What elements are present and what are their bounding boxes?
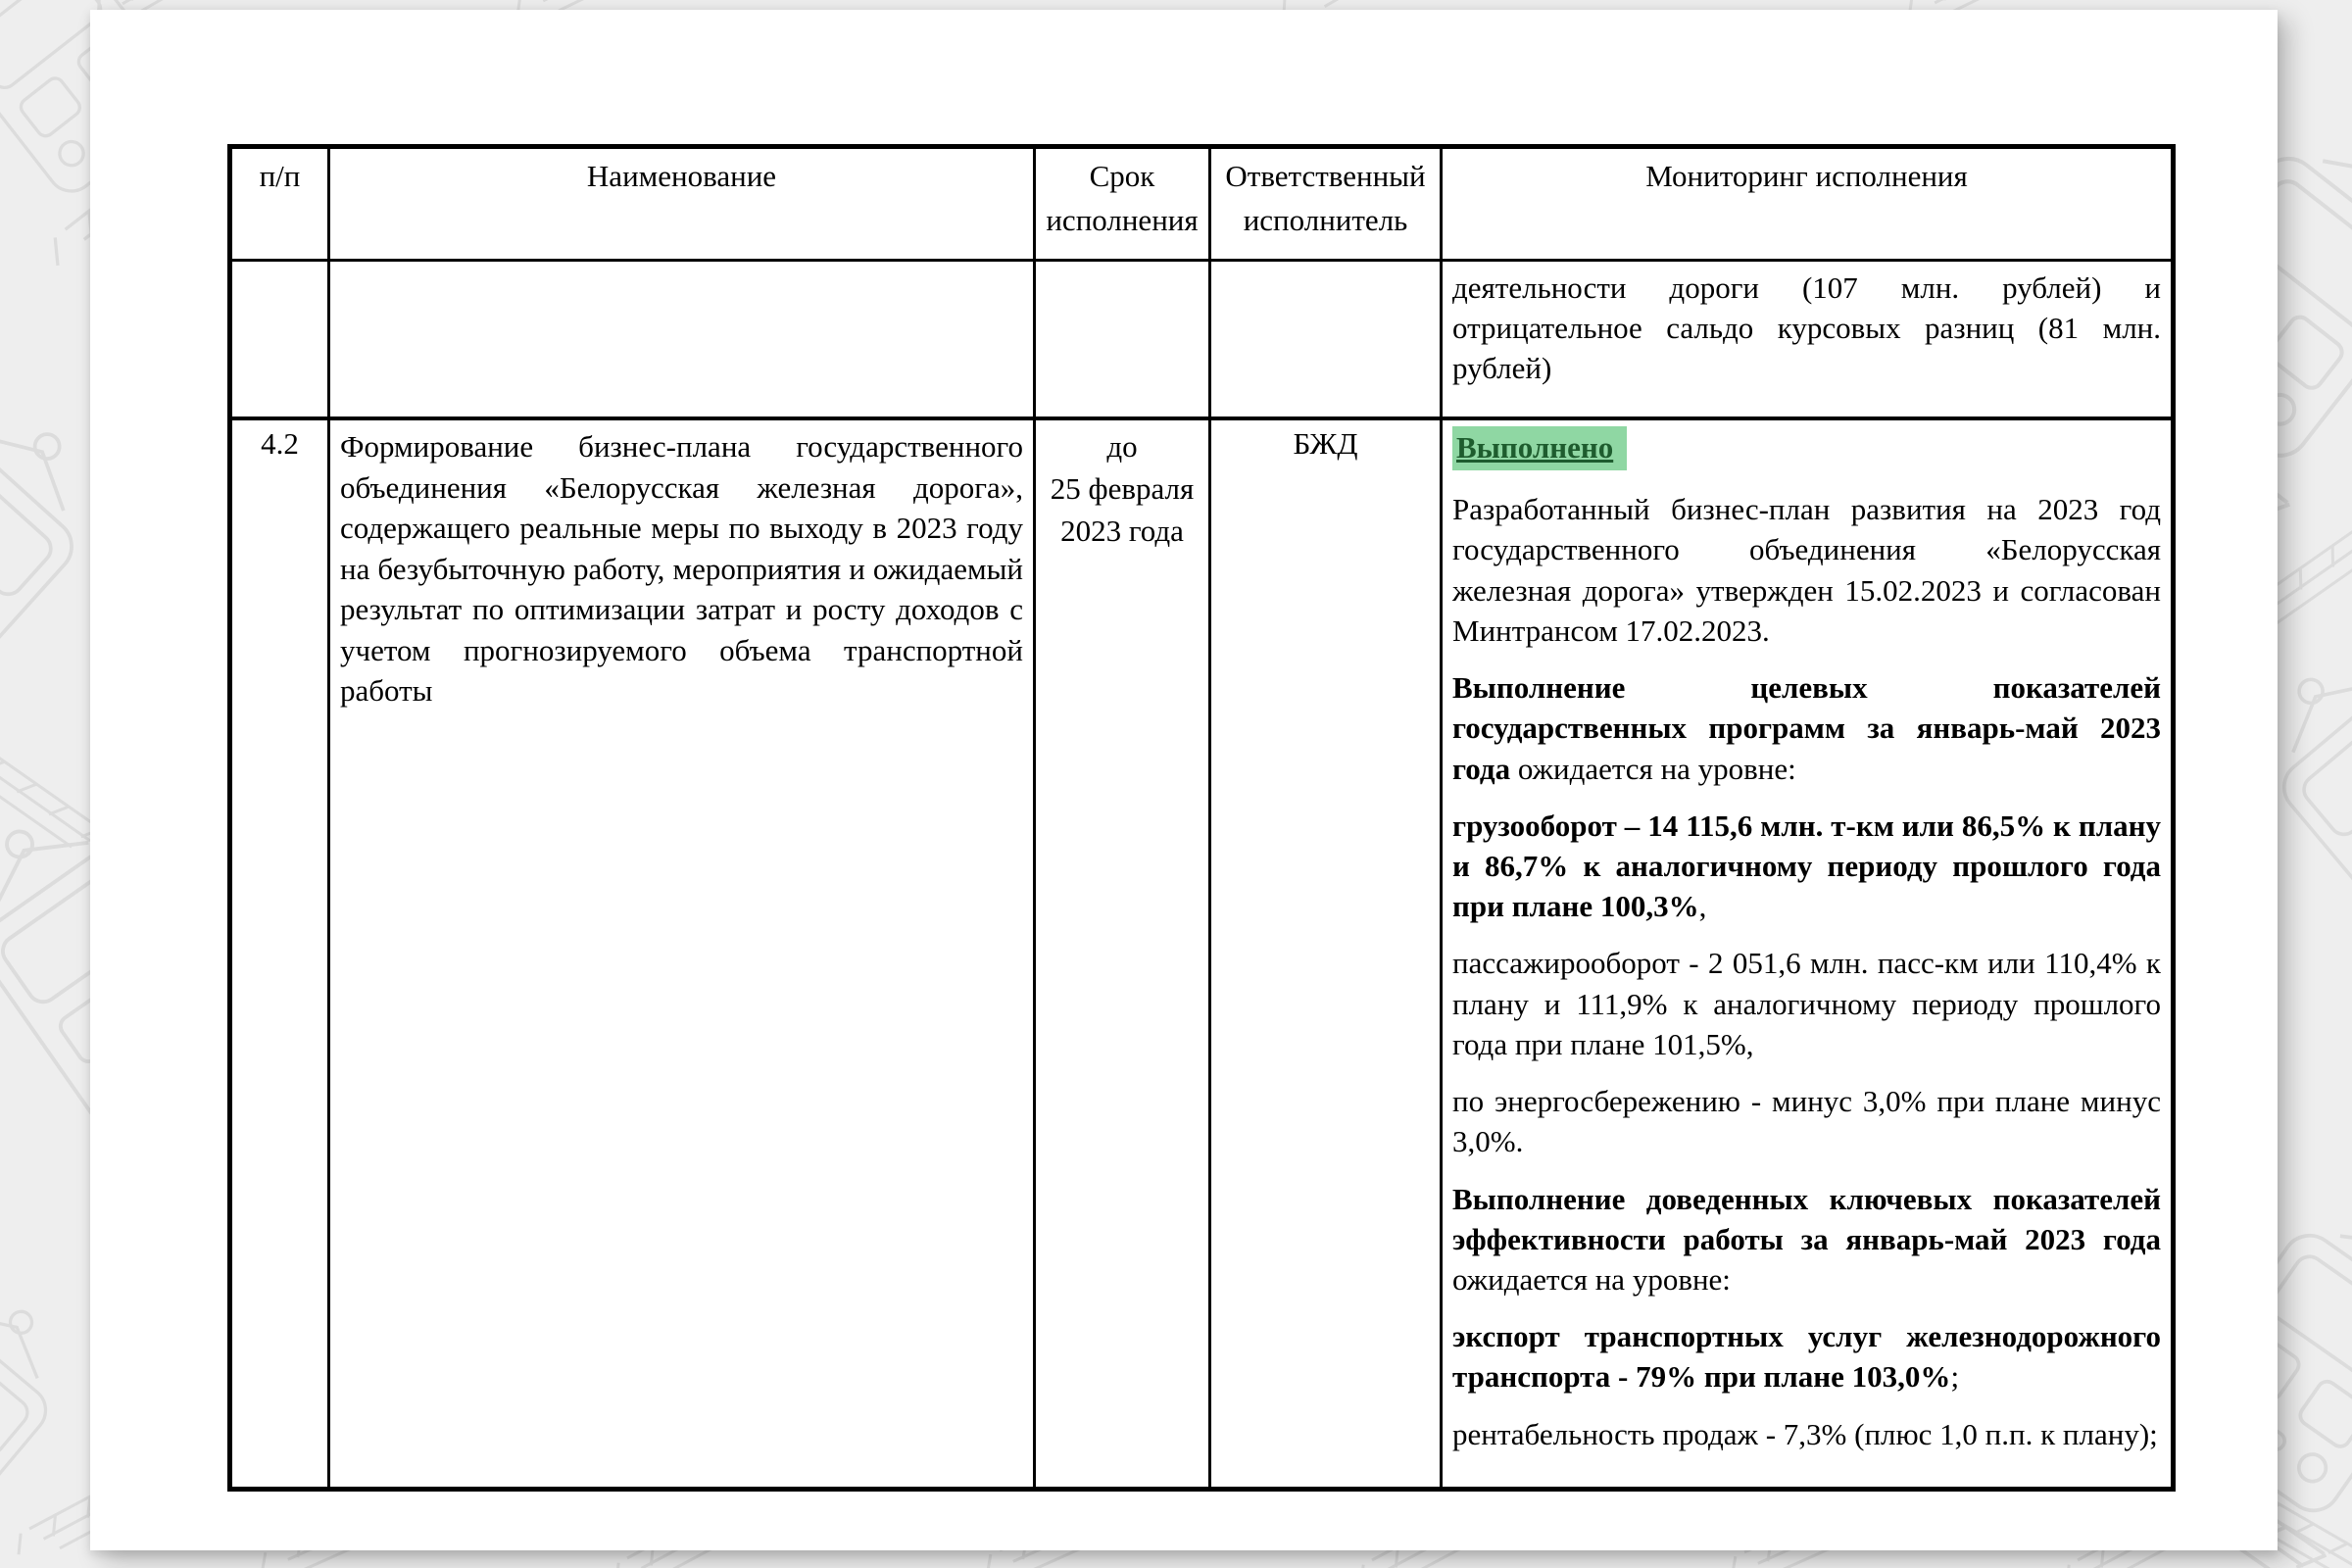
monitoring-paragraph-3: грузооборот – 14 115,6 млн. т-км или 86,… [1452, 806, 2161, 927]
table-header-row: п/п Наименование Срок исполнения Ответст… [230, 147, 2174, 261]
header-resp-line2: исполнитель [1221, 199, 1430, 243]
desktop-background: п/п Наименование Срок исполнения Ответст… [0, 0, 2352, 1568]
deadline-line1: до [1046, 426, 1199, 468]
monitoring-p7-bold: экспорт транспортных услуг железнодорожн… [1452, 1319, 2161, 1394]
cell-empty-name [329, 261, 1035, 419]
header-cell-monitoring: Мониторинг исполнения [1442, 147, 2174, 261]
monitoring-p7-rest: ; [1950, 1359, 1959, 1394]
cell-task-name: Формирование бизнес-плана государственно… [329, 418, 1035, 1490]
header-cell-term: Срок исполнения [1035, 147, 1210, 261]
cell-empty-term [1035, 261, 1210, 419]
cell-empty-responsible [1210, 261, 1442, 419]
header-num-label: п/п [260, 159, 301, 193]
deadline-line2: 25 февраля [1046, 468, 1199, 511]
cell-monitoring: Выполнено Разработанный бизнес-план разв… [1442, 418, 2174, 1490]
document-page: п/п Наименование Срок исполнения Ответст… [90, 10, 2278, 1550]
monitoring-paragraph-5: по энергосбережению - минус 3,0% при пла… [1452, 1081, 2161, 1161]
monitoring-p3-bold: грузооборот – 14 115,6 млн. т-км или 86,… [1452, 808, 2161, 923]
header-cell-responsible: Ответственный исполнитель [1210, 147, 1442, 261]
header-cell-name: Наименование [329, 147, 1035, 261]
monitoring-p6-rest: ожидается на уровне: [1452, 1262, 1731, 1297]
header-name-label: Наименование [587, 159, 776, 193]
monitoring-paragraph-8: рентабельность продаж - 7,3% (плюс 1,0 п… [1452, 1414, 2161, 1454]
responsible-text: БЖД [1294, 426, 1358, 461]
header-resp-line1: Ответственный [1221, 155, 1430, 199]
table-container: п/п Наименование Срок исполнения Ответст… [227, 144, 2176, 1492]
monitoring-p2-rest: ожидается на уровне: [1510, 752, 1796, 786]
header-cell-num: п/п [230, 147, 329, 261]
monitoring-status-paragraph: Выполнено [1452, 426, 2161, 470]
row-4-2: 4.2 Формирование бизнес-плана государств… [230, 418, 2174, 1490]
monitoring-paragraph-4: пассажирооборот - 2 051,6 млн. пасс-км и… [1452, 943, 2161, 1064]
monitoring-paragraph-1: Разработанный бизнес-план развития на 20… [1452, 489, 2161, 651]
carryover-row: деятельности дороги (107 млн. рублей) и … [230, 261, 2174, 419]
header-term-line1: Срок [1046, 155, 1199, 199]
cell-monitoring-carryover: деятельности дороги (107 млн. рублей) и … [1442, 261, 2174, 419]
monitoring-paragraph-6: Выполнение доведенных ключевых показател… [1452, 1179, 2161, 1300]
monitoring-paragraph-2: Выполнение целевых показателей государст… [1452, 667, 2161, 789]
cell-row-number: 4.2 [230, 418, 329, 1490]
header-monitoring-label: Мониторинг исполнения [1645, 159, 1968, 193]
cell-empty-num [230, 261, 329, 419]
header-term-line2: исполнения [1046, 199, 1199, 243]
cell-deadline: до 25 февраля 2023 года [1035, 418, 1210, 1490]
carryover-text: деятельности дороги (107 млн. рублей) и … [1452, 268, 2161, 389]
status-badge: Выполнено [1452, 426, 1627, 470]
task-name-text: Формирование бизнес-плана государственно… [340, 429, 1023, 708]
cell-responsible: БЖД [1210, 418, 1442, 1490]
row-number: 4.2 [261, 426, 299, 461]
monitoring-p6-bold: Выполнение доведенных ключевых показател… [1452, 1182, 2161, 1256]
monitoring-p3-rest: , [1699, 889, 1707, 923]
deadline-line3: 2023 года [1046, 511, 1199, 553]
monitoring-paragraph-7: экспорт транспортных услуг железнодорожн… [1452, 1316, 2161, 1396]
execution-plan-table: п/п Наименование Срок исполнения Ответст… [227, 144, 2176, 1492]
